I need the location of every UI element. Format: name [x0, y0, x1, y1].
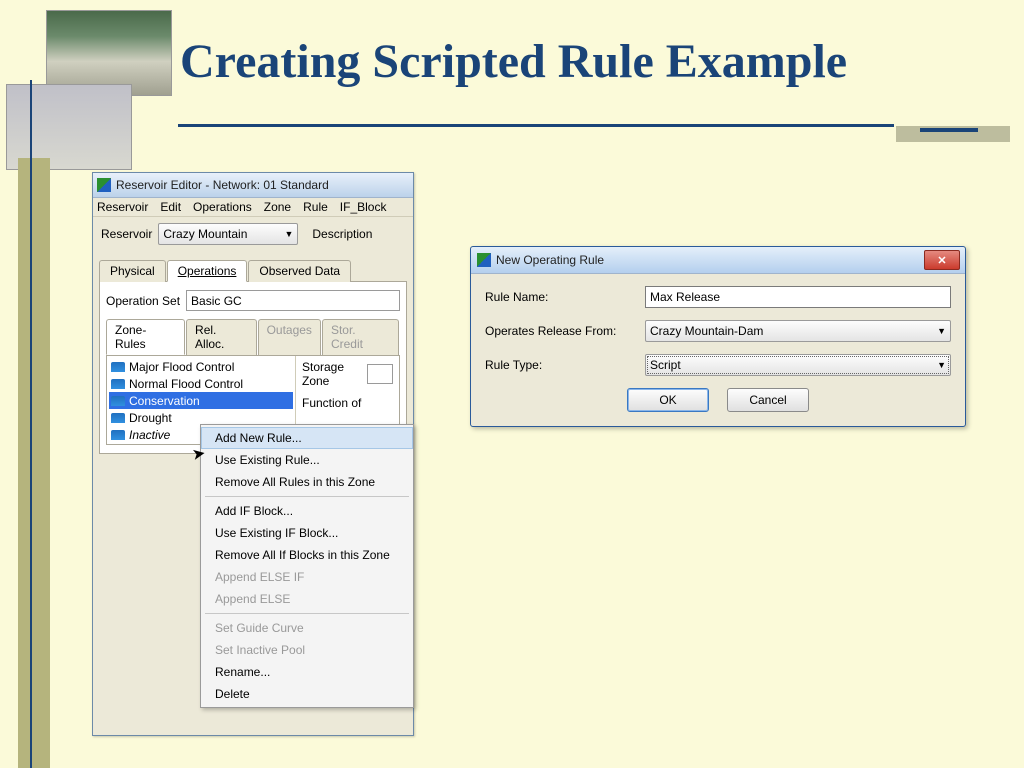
zone-item-normal-flood[interactable]: Normal Flood Control [109, 375, 293, 392]
reservoir-icon [111, 430, 125, 440]
dialog-title: New Operating Rule [496, 253, 604, 267]
ctx-use-existing-rule[interactable]: Use Existing Rule... [201, 449, 413, 471]
storage-zone-label: Storage Zone [302, 360, 361, 388]
app-icon [477, 253, 491, 267]
menu-ifblock[interactable]: IF_Block [340, 200, 387, 214]
ctx-add-if-block[interactable]: Add IF Block... [201, 500, 413, 522]
ctx-add-new-rule[interactable]: Add New Rule... [201, 427, 413, 449]
rule-type-label: Rule Type: [485, 358, 645, 372]
ok-button[interactable]: OK [627, 388, 709, 412]
rule-type-select[interactable]: Script ▼ [645, 354, 951, 376]
reservoir-label: Reservoir [101, 227, 152, 241]
reservoir-value: Crazy Mountain [163, 227, 247, 241]
chevron-down-icon: ▼ [284, 229, 293, 239]
slide-title: Creating Scripted Rule Example [180, 34, 847, 89]
ctx-set-guide-curve: Set Guide Curve [201, 617, 413, 639]
operates-from-select[interactable]: Crazy Mountain-Dam ▼ [645, 320, 951, 342]
main-tabs: Physical Operations Observed Data [99, 259, 407, 282]
app-icon [97, 178, 111, 192]
right-decoration-line [920, 128, 978, 132]
reservoir-icon [111, 396, 125, 406]
dialog-titlebar[interactable]: New Operating Rule ✕ [471, 247, 965, 274]
ctx-separator [205, 613, 409, 614]
operates-from-label: Operates Release From: [485, 324, 645, 338]
function-of-label: Function of [302, 396, 361, 410]
menu-rule[interactable]: Rule [303, 200, 328, 214]
side-line [30, 80, 32, 768]
sub-tabs: Zone-Rules Rel. Alloc. Outages Stor. Cre… [106, 319, 400, 356]
rule-name-value: Max Release [650, 290, 720, 304]
menu-zone[interactable]: Zone [264, 200, 291, 214]
chevron-down-icon: ▼ [937, 326, 946, 336]
menubar: Reservoir Edit Operations Zone Rule IF_B… [93, 198, 413, 217]
reservoir-icon [111, 362, 125, 372]
subtab-stor-credit[interactable]: Stor. Credit [322, 319, 399, 355]
subtab-zone-rules[interactable]: Zone-Rules [106, 319, 185, 355]
cancel-button[interactable]: Cancel [727, 388, 809, 412]
operation-set-field[interactable]: Basic GC [186, 290, 400, 311]
new-operating-rule-dialog: New Operating Rule ✕ Rule Name: Max Rele… [470, 246, 966, 427]
menu-operations[interactable]: Operations [193, 200, 252, 214]
window-titlebar[interactable]: Reservoir Editor - Network: 01 Standard [93, 173, 413, 198]
operation-set-value: Basic GC [191, 294, 242, 308]
description-label: Description [312, 227, 372, 241]
tab-physical[interactable]: Physical [99, 260, 166, 282]
menu-edit[interactable]: Edit [160, 200, 181, 214]
title-rule [178, 124, 894, 127]
zone-item-conservation[interactable]: Conservation [109, 392, 293, 409]
rule-type-value: Script [650, 358, 681, 372]
zone-item-major-flood[interactable]: Major Flood Control [109, 358, 293, 375]
ctx-remove-all-if-blocks[interactable]: Remove All If Blocks in this Zone [201, 544, 413, 566]
rule-name-label: Rule Name: [485, 290, 645, 304]
operation-set-label: Operation Set [106, 294, 180, 308]
menu-reservoir[interactable]: Reservoir [97, 200, 148, 214]
subtab-rel-alloc[interactable]: Rel. Alloc. [186, 319, 257, 355]
ctx-rename[interactable]: Rename... [201, 661, 413, 683]
window-title: Reservoir Editor - Network: 01 Standard [116, 178, 329, 192]
close-button[interactable]: ✕ [924, 250, 960, 270]
storage-zone-field[interactable] [367, 364, 393, 384]
ctx-append-else-if: Append ELSE IF [201, 566, 413, 588]
ctx-append-else: Append ELSE [201, 588, 413, 610]
close-icon: ✕ [937, 254, 946, 267]
context-menu: Add New Rule... Use Existing Rule... Rem… [200, 424, 414, 708]
reservoir-select[interactable]: Crazy Mountain ▼ [158, 223, 298, 245]
ctx-set-inactive-pool: Set Inactive Pool [201, 639, 413, 661]
reservoir-icon [111, 379, 125, 389]
rule-name-input[interactable]: Max Release [645, 286, 951, 308]
ctx-remove-all-rules[interactable]: Remove All Rules in this Zone [201, 471, 413, 493]
reservoir-icon [111, 413, 125, 423]
operates-from-value: Crazy Mountain-Dam [650, 324, 763, 338]
ctx-use-existing-if-block[interactable]: Use Existing IF Block... [201, 522, 413, 544]
tab-operations[interactable]: Operations [167, 260, 248, 282]
side-decoration [18, 158, 50, 768]
chevron-down-icon: ▼ [937, 360, 946, 370]
subtab-outages[interactable]: Outages [258, 319, 321, 355]
ctx-separator [205, 496, 409, 497]
ctx-delete[interactable]: Delete [201, 683, 413, 705]
tab-observed-data[interactable]: Observed Data [248, 260, 351, 282]
